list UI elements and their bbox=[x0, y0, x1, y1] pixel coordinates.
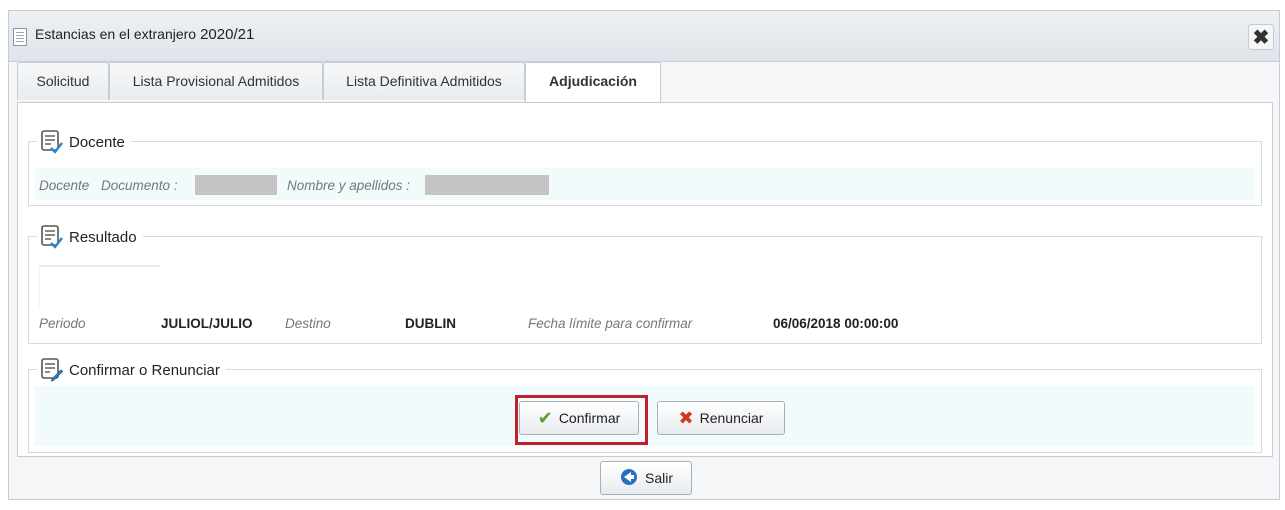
resultado-legend: Resultado bbox=[37, 223, 143, 251]
confirm-button-label: Confirmar bbox=[558, 410, 621, 426]
resultado-legend-text: Resultado bbox=[69, 228, 137, 246]
dialog-title-text: Estancias en el extranjero bbox=[35, 26, 197, 42]
fecha-limite-label: Fecha límite para confirmar bbox=[528, 316, 693, 331]
exit-arrow-icon bbox=[619, 467, 639, 490]
exit-button-label: Salir bbox=[644, 470, 673, 486]
docente-legend-text: Docente bbox=[69, 133, 125, 151]
close-x-icon: ✖ bbox=[1252, 27, 1270, 49]
destino-value: DUBLIN bbox=[405, 316, 456, 331]
exit-button[interactable]: Salir bbox=[600, 461, 692, 495]
confirmar-legend-text: Confirmar o Renunciar bbox=[69, 361, 220, 379]
edit-document-icon bbox=[41, 358, 64, 382]
nombre-redacted-value bbox=[425, 175, 549, 195]
cross-icon: ✖ bbox=[678, 408, 694, 428]
dialog-title-year: 2020/21 bbox=[200, 26, 255, 43]
docente-label: Docente bbox=[39, 178, 90, 193]
periodo-value: JULIOL/JULIO bbox=[161, 316, 253, 331]
dialog-title: Estancias en el extranjero 2020/21 bbox=[35, 26, 254, 43]
checklist-icon bbox=[41, 130, 63, 154]
docente-legend: Docente bbox=[37, 128, 131, 156]
renounce-button[interactable]: ✖ Renunciar bbox=[657, 401, 785, 435]
tab-lista-definitiva[interactable]: Lista Definitiva Admitidos bbox=[323, 62, 525, 100]
periodo-label: Periodo bbox=[39, 316, 86, 331]
confirm-button[interactable]: ✔ Confirmar bbox=[519, 401, 639, 435]
documento-redacted-value bbox=[195, 175, 277, 195]
dialog-titlebar: Estancias en el extranjero 2020/21 ✖ bbox=[9, 11, 1279, 62]
resultado-empty-cell bbox=[39, 265, 160, 307]
docente-fieldset: Docente Docente Documento : Nombre y ape… bbox=[28, 128, 1262, 206]
tab-lista-provisional[interactable]: Lista Provisional Admitidos bbox=[109, 62, 323, 100]
check-icon: ✔ bbox=[537, 408, 553, 428]
nombre-label: Nombre y apellidos : bbox=[287, 178, 411, 193]
destino-label: Destino bbox=[285, 316, 331, 331]
tab-label: Lista Provisional Admitidos bbox=[132, 73, 300, 89]
fecha-limite-value: 06/06/2018 00:00:00 bbox=[773, 316, 899, 331]
resultado-fieldset: Resultado Periodo JULIOL/JULIO Destino D… bbox=[28, 223, 1262, 344]
confirmar-legend: Confirmar o Renunciar bbox=[37, 356, 226, 384]
checklist-icon bbox=[41, 225, 63, 249]
tab-adjudicacion[interactable]: Adjudicación bbox=[525, 62, 661, 103]
tab-label: Solicitud bbox=[36, 73, 90, 89]
close-button[interactable]: ✖ bbox=[1248, 24, 1274, 50]
tab-content-panel: Docente Docente Documento : Nombre y ape… bbox=[17, 102, 1273, 457]
renounce-button-label: Renunciar bbox=[699, 410, 764, 426]
document-icon bbox=[13, 28, 27, 46]
documento-label: Documento : bbox=[101, 178, 178, 193]
confirmar-fieldset: Confirmar o Renunciar ✔ Confirmar ✖ Renu… bbox=[28, 356, 1262, 453]
dialog-window: Estancias en el extranjero 2020/21 ✖ Soli… bbox=[8, 10, 1280, 500]
tab-label: Lista Definitiva Admitidos bbox=[346, 73, 502, 89]
tab-label: Adjudicación bbox=[549, 73, 637, 89]
tab-solicitud[interactable]: Solicitud bbox=[17, 62, 109, 100]
